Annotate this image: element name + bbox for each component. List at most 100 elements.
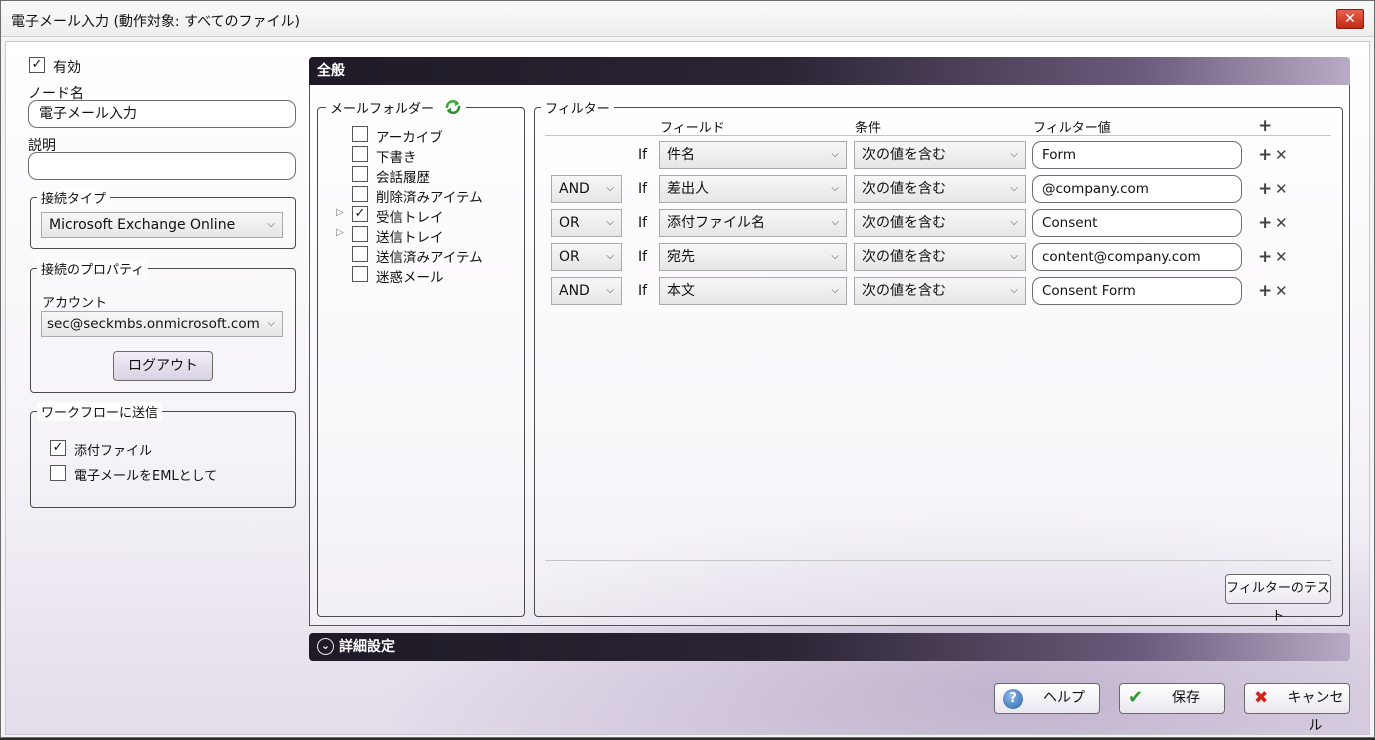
cancel-button[interactable]: ✖ キャンセル	[1244, 683, 1350, 734]
checkmark-icon: ✔	[1128, 687, 1144, 708]
filter-value-input[interactable]: @company.com	[1032, 175, 1242, 203]
field-select[interactable]: 件名 ⌵	[659, 141, 847, 169]
condition-value: 次の値を含む	[862, 147, 946, 163]
if-label: If	[638, 147, 648, 163]
description-input[interactable]	[28, 152, 296, 180]
field-select[interactable]: 添付ファイル名 ⌵	[659, 209, 847, 237]
folder-item[interactable]: 削除済みアイテム	[318, 185, 518, 206]
chevron-down-icon: ⌵	[1010, 149, 1018, 160]
field-value: 本文	[667, 283, 695, 299]
condition-select[interactable]: 次の値を含む ⌵	[854, 141, 1026, 169]
chevron-down-icon: ⌵	[267, 219, 275, 230]
refresh-icon[interactable]	[444, 99, 462, 119]
logic-operator-select[interactable]: OR ⌵	[551, 243, 622, 271]
if-label: If	[638, 181, 648, 197]
chevron-down-icon: ⌵	[606, 183, 614, 194]
filter-value-input[interactable]: Consent Form	[1032, 277, 1242, 305]
folder-item[interactable]: 迷惑メール	[318, 265, 518, 286]
folder-item[interactable]: 送信済みアイテム	[318, 245, 518, 266]
condition-select[interactable]: 次の値を含む ⌵	[854, 243, 1026, 271]
chevron-down-icon: ⌵	[831, 285, 839, 296]
folder-item[interactable]: ▷ 送信トレイ	[318, 225, 518, 246]
remove-row-icon[interactable]: ✕	[1275, 147, 1288, 163]
advanced-section-title: 詳細設定	[339, 639, 395, 655]
filter-row: AND ⌵ If 本文 ⌵ 次の値を含む ⌵ Consent Form + ✕	[535, 277, 1335, 307]
folder-label: 受信トレイ	[376, 210, 444, 226]
add-row-icon[interactable]: +	[1258, 249, 1272, 266]
logout-button[interactable]: ログアウト	[113, 351, 213, 381]
enabled-label: 有効	[53, 60, 81, 76]
eml-label: 電子メールをEMLとして	[74, 469, 218, 484]
logic-operator-value: AND	[559, 283, 590, 299]
attachments-checkbox[interactable]: ✓	[50, 440, 66, 456]
add-row-icon[interactable]: +	[1258, 147, 1272, 164]
chevron-down-icon: ⌵	[606, 285, 614, 296]
enabled-checkbox[interactable]: ✓	[29, 57, 45, 73]
field-select[interactable]: 宛先 ⌵	[659, 243, 847, 271]
expand-icon: ⌄	[317, 638, 334, 655]
logic-operator-select[interactable]: OR ⌵	[551, 209, 622, 237]
save-button[interactable]: ✔ 保存	[1119, 683, 1225, 714]
add-filter-icon[interactable]: +	[1258, 118, 1272, 135]
filters-group: フィルター フィールド 条件 フィルター値 + If 件名 ⌵ 次の値を含む ⌵ Form…	[534, 98, 1343, 624]
add-row-icon[interactable]: +	[1258, 181, 1272, 198]
help-button[interactable]: ? ヘルプ	[994, 683, 1100, 714]
if-label: If	[638, 215, 648, 231]
general-section-header[interactable]: 全般	[309, 57, 1350, 85]
folder-item[interactable]: 会話履歴	[318, 165, 518, 186]
chevron-down-icon: ⌵	[267, 318, 275, 329]
connection-type-select[interactable]: Microsoft Exchange Online ⌵	[41, 212, 283, 238]
folder-checkbox[interactable]	[352, 226, 368, 242]
connection-type-value: Microsoft Exchange Online	[49, 217, 236, 233]
title-bar: 電子メール入力 (動作対象: すべてのファイル) ✕	[1, 1, 1374, 37]
folder-checkbox[interactable]	[352, 266, 368, 282]
close-button[interactable]: ✕	[1336, 9, 1364, 29]
logic-operator-select[interactable]: AND ⌵	[551, 277, 622, 305]
field-select[interactable]: 差出人 ⌵	[659, 175, 847, 203]
account-value: sec@seckmbs.onmicrosoft.com	[47, 316, 260, 332]
folder-label: アーカイブ	[376, 130, 443, 146]
footer-divider	[545, 560, 1331, 561]
eml-checkbox[interactable]	[50, 465, 66, 481]
filter-value-input[interactable]: Consent	[1032, 209, 1242, 237]
add-row-icon[interactable]: +	[1258, 215, 1272, 232]
folder-checkbox[interactable]	[352, 126, 368, 142]
account-select[interactable]: sec@seckmbs.onmicrosoft.com ⌵	[41, 311, 283, 337]
condition-select[interactable]: 次の値を含む ⌵	[854, 209, 1026, 237]
condition-select[interactable]: 次の値を含む ⌵	[854, 277, 1026, 305]
dialog-body: ✓ 有効 ノード名 電子メール入力 説明 接続タイプ Microsoft Exc…	[5, 41, 1370, 735]
remove-row-icon[interactable]: ✕	[1275, 181, 1288, 197]
logic-operator-select[interactable]: AND ⌵	[551, 175, 622, 203]
test-filter-button[interactable]: フィルターのテスト	[1225, 574, 1331, 624]
chevron-down-icon: ⌵	[606, 251, 614, 262]
folder-label: 下書き	[376, 150, 417, 166]
folder-item[interactable]: 下書き	[318, 145, 518, 166]
expand-arrow-icon[interactable]: ▷	[336, 207, 344, 218]
folder-checkbox[interactable]	[352, 246, 368, 262]
field-select[interactable]: 本文 ⌵	[659, 277, 847, 305]
filter-row: AND ⌵ If 差出人 ⌵ 次の値を含む ⌵ @company.com + ✕	[535, 175, 1335, 205]
filter-row: If 件名 ⌵ 次の値を含む ⌵ Form + ✕	[535, 141, 1335, 171]
connection-type-group: 接続タイプ Microsoft Exchange Online ⌵	[30, 188, 296, 249]
folder-checkbox[interactable]	[352, 186, 368, 202]
folder-item[interactable]: ▷ ✓ 受信トレイ	[318, 205, 518, 226]
folder-checkbox[interactable]	[352, 166, 368, 182]
expand-arrow-icon[interactable]: ▷	[336, 227, 344, 238]
remove-row-icon[interactable]: ✕	[1275, 283, 1288, 299]
remove-row-icon[interactable]: ✕	[1275, 215, 1288, 231]
folder-label: 会話履歴	[376, 170, 430, 186]
filter-value-input[interactable]: content@company.com	[1032, 243, 1242, 271]
add-row-icon[interactable]: +	[1258, 283, 1272, 300]
folder-checkbox[interactable]: ✓	[352, 206, 368, 222]
folder-checkbox[interactable]	[352, 146, 368, 162]
condition-select[interactable]: 次の値を含む ⌵	[854, 175, 1026, 203]
folder-label: 送信済みアイテム	[376, 250, 483, 266]
node-name-input[interactable]: 電子メール入力	[28, 100, 296, 128]
chevron-down-icon: ⌵	[606, 217, 614, 228]
chevron-down-icon: ⌵	[1010, 251, 1018, 262]
folder-item[interactable]: アーカイブ	[318, 125, 518, 146]
logic-operator-value: OR	[559, 215, 580, 231]
advanced-section-header[interactable]: ⌄ 詳細設定	[309, 633, 1350, 661]
remove-row-icon[interactable]: ✕	[1275, 249, 1288, 265]
filter-value-input[interactable]: Form	[1032, 141, 1242, 169]
